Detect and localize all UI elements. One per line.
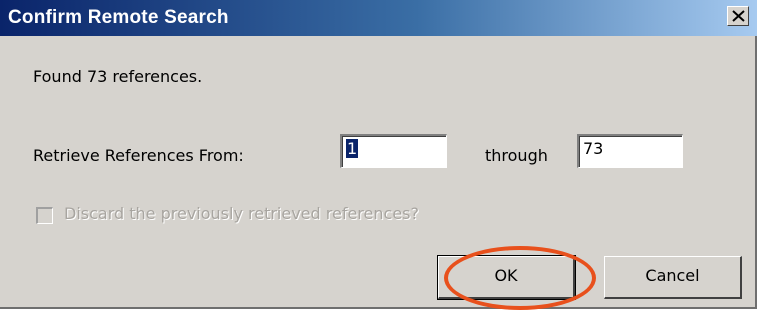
close-button[interactable] xyxy=(727,6,749,26)
window-title: Confirm Remote Search xyxy=(8,7,229,28)
discard-references-label: Discard the previously retrieved referen… xyxy=(64,204,419,223)
range-to-value: 73 xyxy=(583,139,604,158)
range-from-input[interactable]: 1 xyxy=(340,134,447,168)
close-icon xyxy=(732,10,745,22)
cancel-button-label: Cancel xyxy=(645,266,700,285)
confirm-remote-search-dialog: Confirm Remote Search Found 73 reference… xyxy=(0,0,757,310)
title-bar[interactable]: Confirm Remote Search xyxy=(0,0,757,36)
discard-references-checkbox[interactable] xyxy=(36,207,53,224)
ok-button-label: OK xyxy=(494,266,518,285)
cancel-button[interactable]: Cancel xyxy=(604,256,742,299)
retrieve-from-label: Retrieve References From: xyxy=(33,146,244,165)
found-references-message: Found 73 references. xyxy=(33,67,203,86)
range-from-value: 1 xyxy=(346,139,359,158)
through-label: through xyxy=(485,146,548,165)
range-to-input[interactable]: 73 xyxy=(577,134,683,168)
ok-button[interactable]: OK xyxy=(437,255,576,300)
